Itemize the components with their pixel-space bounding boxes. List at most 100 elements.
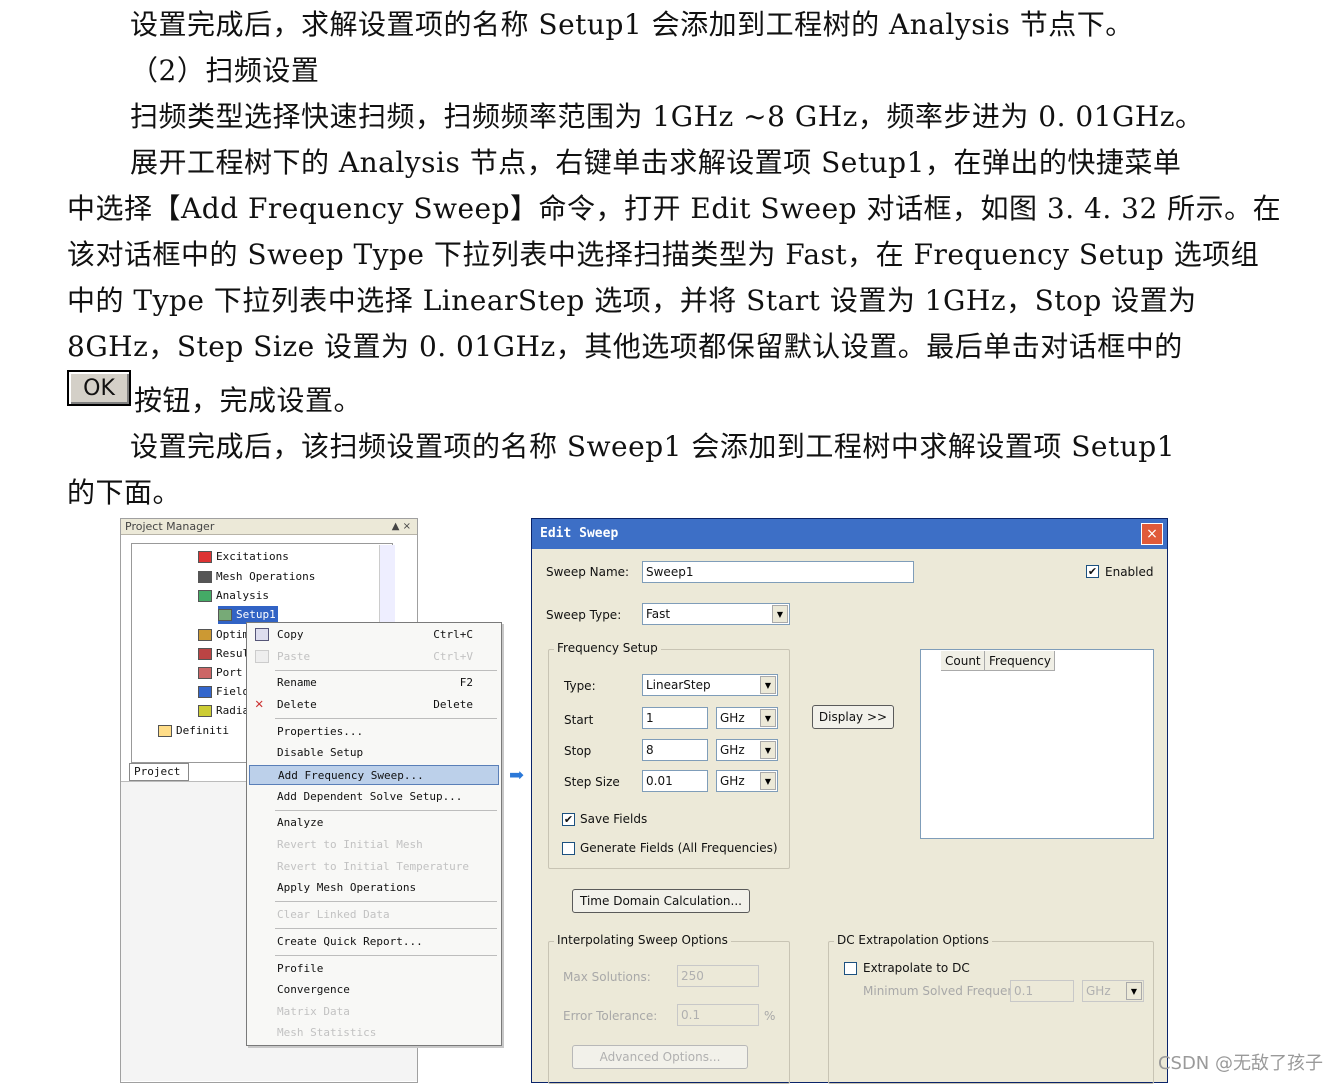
- menu-item-profile[interactable]: Profile: [249, 959, 499, 979]
- chevron-down-icon[interactable]: ▼: [772, 605, 788, 623]
- generate-fields-checkbox[interactable]: [562, 842, 575, 855]
- edit-sweep-dialog: Edit Sweep × Sweep Name: Sweep1 ✔ Enable…: [531, 518, 1168, 1084]
- menu-item-disable-setup[interactable]: Disable Setup: [249, 743, 499, 763]
- frequency-setup-label: Frequency Setup: [554, 641, 661, 655]
- section-heading: （2）扫频设置: [130, 54, 320, 87]
- step-size-input[interactable]: 0.01: [642, 770, 708, 792]
- time-domain-calculation-button[interactable]: Time Domain Calculation...: [572, 889, 750, 913]
- mesh-icon: [198, 571, 212, 583]
- sweep-name-input[interactable]: Sweep1: [642, 561, 914, 583]
- setup-icon: [218, 609, 232, 621]
- column-header-frequency[interactable]: Frequency: [985, 651, 1055, 671]
- type-select[interactable]: LinearStep ▼: [642, 674, 778, 696]
- save-fields-checkbox[interactable]: ✔: [562, 813, 575, 826]
- menu-item-add-frequency-sweep[interactable]: Add Frequency Sweep...: [249, 765, 499, 785]
- menu-item-rename[interactable]: Rename F2: [249, 673, 499, 693]
- menu-item-add-dependent-solve-setup[interactable]: Add Dependent Solve Setup...: [249, 787, 499, 807]
- delete-x-icon: ✕: [255, 696, 264, 712]
- field-icon: [198, 686, 212, 698]
- tree-label: Radia: [216, 704, 250, 717]
- start-label: Start: [564, 713, 594, 727]
- project-manager-title: Project Manager ▲ ×: [121, 519, 417, 535]
- chevron-down-icon: ▼: [1126, 982, 1142, 1000]
- tree-item-radiation[interactable]: Radia: [198, 702, 249, 720]
- menu-item-matrix-data: Matrix Data: [249, 1002, 499, 1022]
- menu-item-revert-initial-temperature: Revert to Initial Temperature: [249, 857, 499, 877]
- min-frequency-unit-select: GHz ▼: [1082, 980, 1144, 1002]
- tree-item-port[interactable]: Port: [198, 664, 243, 682]
- min-solved-frequency-input: 0.1: [1010, 980, 1074, 1002]
- text-line-9: 按钮，完成设置。: [134, 384, 363, 417]
- save-fields-label: Save Fields: [580, 812, 648, 826]
- arrow-right-icon: ➡: [509, 765, 525, 786]
- unit-value: GHz: [1086, 984, 1111, 998]
- step-unit-select[interactable]: GHz ▼: [716, 770, 778, 792]
- menu-shortcut: Ctrl+C: [433, 628, 473, 641]
- menu-separator: [275, 718, 497, 719]
- tree-label: Resul: [216, 647, 250, 660]
- stop-unit-select[interactable]: GHz ▼: [716, 739, 778, 761]
- tree-item-results[interactable]: Resul: [198, 645, 249, 663]
- dialog-title: Edit Sweep: [532, 519, 1167, 549]
- tree-item-mesh-operations[interactable]: Mesh Operations: [198, 568, 315, 586]
- column-header-count[interactable]: Count: [941, 651, 985, 671]
- sweep-type-select[interactable]: Fast ▼: [642, 603, 790, 625]
- frequency-list[interactable]: Count Frequency: [920, 649, 1154, 839]
- text-line-5: 中选择【Add Frequency Sweep】命令，打开 Edit Sweep…: [67, 192, 1282, 225]
- menu-label: Copy: [277, 628, 304, 641]
- menu-item-paste: Paste Ctrl+V: [249, 647, 499, 667]
- menu-item-apply-mesh-operations[interactable]: Apply Mesh Operations: [249, 878, 499, 898]
- menu-item-copy[interactable]: Copy Ctrl+C: [249, 625, 499, 645]
- step-size-label: Step Size: [564, 775, 620, 789]
- tab-project[interactable]: Project: [129, 763, 189, 781]
- menu-label: Disable Setup: [277, 746, 364, 759]
- menu-item-delete[interactable]: ✕ Delete Delete: [249, 695, 499, 715]
- menu-item-analyze[interactable]: Analyze: [249, 813, 499, 833]
- enabled-checkbox[interactable]: ✔: [1086, 565, 1099, 578]
- extrapolate-dc-label: Extrapolate to DC: [863, 961, 970, 975]
- dc-extrapolation-label: DC Extrapolation Options: [834, 933, 992, 947]
- chevron-down-icon[interactable]: ▼: [760, 709, 776, 727]
- sweep-type-label: Sweep Type:: [546, 608, 622, 622]
- text-line-1: 设置完成后，求解设置项的名称 Setup1 会添加到工程树的 Analysis …: [130, 8, 1134, 41]
- interpolating-options-label: Interpolating Sweep Options: [554, 933, 731, 947]
- extrapolate-dc-checkbox[interactable]: [844, 962, 857, 975]
- tree-label: Excitations: [216, 550, 289, 563]
- generate-fields-label: Generate Fields (All Frequencies): [580, 841, 778, 855]
- tree-item-optimetrics[interactable]: Optim: [198, 626, 249, 644]
- chevron-down-icon[interactable]: ▼: [760, 676, 776, 694]
- chevron-down-icon[interactable]: ▼: [760, 741, 776, 759]
- menu-label: Profile: [277, 962, 324, 975]
- menu-item-convergence[interactable]: Convergence: [249, 980, 499, 1000]
- menu-item-create-quick-report[interactable]: Create Quick Report...: [249, 932, 499, 952]
- display-button[interactable]: Display >>: [812, 705, 894, 729]
- chevron-down-icon[interactable]: ▼: [760, 772, 776, 790]
- tree-item-analysis[interactable]: Analysis: [198, 587, 269, 605]
- sweep-type-value: Fast: [646, 607, 671, 621]
- menu-item-revert-initial-mesh: Revert to Initial Mesh: [249, 835, 499, 855]
- menu-label: Mesh Statistics: [277, 1026, 377, 1039]
- panel-controls[interactable]: ▲ ×: [392, 519, 411, 535]
- type-label: Type:: [564, 679, 596, 693]
- watermark: CSDN @无敌了孩子: [1157, 1053, 1323, 1074]
- text-line-4: 展开工程树下的 Analysis 节点，右键单击求解设置项 Setup1，在弹出…: [130, 146, 1182, 179]
- error-tolerance-label: Error Tolerance:: [563, 1009, 658, 1023]
- menu-label: Rename: [277, 676, 317, 689]
- stop-input[interactable]: 8: [642, 739, 708, 761]
- max-solutions-label: Max Solutions:: [563, 970, 651, 984]
- tree-label: Mesh Operations: [216, 570, 316, 583]
- type-value: LinearStep: [646, 678, 711, 692]
- tree-item-definitions[interactable]: Definiti: [158, 722, 229, 740]
- port-icon: [198, 667, 212, 679]
- tree-item-field[interactable]: Field: [198, 683, 249, 701]
- menu-label: Add Frequency Sweep...: [278, 769, 424, 782]
- close-button[interactable]: ×: [1141, 523, 1163, 545]
- menu-label: Paste: [277, 650, 311, 663]
- menu-item-mesh-statistics: Mesh Statistics: [249, 1023, 499, 1043]
- unit-value: GHz: [720, 743, 745, 757]
- sweep-name-label: Sweep Name:: [546, 565, 630, 579]
- start-input[interactable]: 1: [642, 707, 708, 729]
- menu-item-properties[interactable]: Properties...: [249, 722, 499, 742]
- start-unit-select[interactable]: GHz ▼: [716, 707, 778, 729]
- tree-item-excitations[interactable]: Excitations: [198, 548, 289, 566]
